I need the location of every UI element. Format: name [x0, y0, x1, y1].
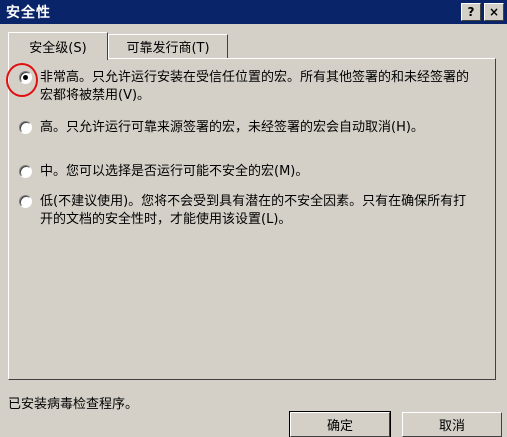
option-low-label: 低(不建议使用)。您将不会受到具有潜在的不安全因素。只有在确保所有打开的文档的安… [40, 194, 467, 227]
radio-high[interactable] [19, 121, 32, 134]
help-button[interactable]: ? [461, 3, 481, 21]
radio-medium[interactable] [19, 165, 32, 178]
window-title: 安全性 [6, 5, 51, 21]
close-icon: × [488, 5, 500, 19]
option-very-high[interactable]: 非常高。只允许运行安装在受信任位置的宏。所有其他签署的和未经签署的宏都将被禁用(… [19, 69, 479, 105]
security-level-panel: 非常高。只允许运行安装在受信任位置的宏。所有其他签署的和未经签署的宏都将被禁用(… [8, 58, 496, 380]
tab-trusted-publishers-label: 可靠发行商(T) [126, 41, 210, 56]
cancel-button[interactable]: 取消 [402, 412, 502, 437]
option-very-high-label: 非常高。只允许运行安装在受信任位置的宏。所有其他签署的和未经签署的宏都将被禁用(… [40, 70, 470, 103]
tab-security-level[interactable]: 安全级(S) [8, 32, 108, 60]
tab-security-level-label: 安全级(S) [29, 41, 87, 56]
help-icon: ? [467, 5, 475, 19]
option-medium[interactable]: 中。您可以选择是否运行可能不安全的宏(M)。 [19, 163, 479, 181]
ok-button-label: 确定 [326, 419, 353, 434]
option-low[interactable]: 低(不建议使用)。您将不会受到具有潜在的不安全因素。只有在确保所有打开的文档的安… [19, 193, 479, 229]
tab-trusted-publishers[interactable]: 可靠发行商(T) [108, 34, 228, 58]
radio-low[interactable] [19, 195, 32, 208]
option-medium-label: 中。您可以选择是否运行可能不安全的宏(M)。 [40, 164, 309, 179]
annotation-circle [6, 63, 38, 97]
option-high-label: 高。只允许运行可靠来源签署的宏，未经签署的宏会自动取消(H)。 [40, 120, 424, 135]
ok-button[interactable]: 确定 [289, 411, 391, 437]
status-text: 已安装病毒检查程序。 [8, 397, 139, 412]
title-bar: 安全性 ? × [0, 0, 507, 24]
option-high[interactable]: 高。只允许运行可靠来源签署的宏，未经签署的宏会自动取消(H)。 [19, 119, 479, 137]
close-button[interactable]: × [484, 3, 504, 21]
cancel-button-label: 取消 [438, 419, 465, 434]
